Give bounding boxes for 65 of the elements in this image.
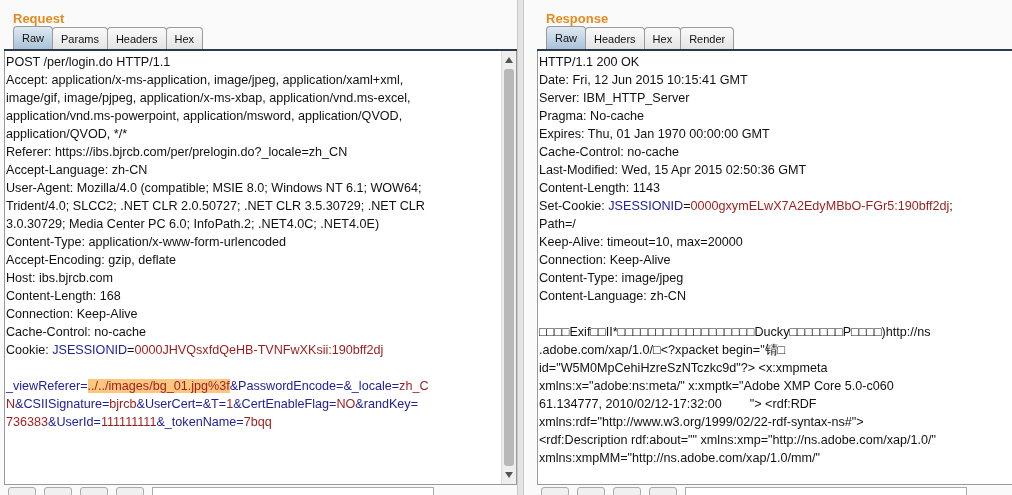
code-line: 3.0.30729; Media Center PC 6.0; InfoPath.2; .NET4.0C; .NET4.0E) bbox=[6, 216, 380, 233]
code-line: POST /per/login.do HTTP/1.1 bbox=[6, 54, 171, 71]
code-line: application/vnd.ms-powerpoint, application/msword, application/QVOD, bbox=[6, 108, 403, 125]
code-line: Trident/4.0; SLCC2; .NET CLR 2.0.50727; .NET CLR 3.5.30729; .NET CLR bbox=[6, 198, 425, 215]
view-tab[interactable]: Params bbox=[52, 27, 108, 49]
toolbar-button[interactable] bbox=[577, 487, 605, 495]
code-line: Connection: Keep-Alive bbox=[6, 306, 138, 323]
code-line: Pragma: No-cache bbox=[539, 108, 644, 125]
code-line: image/gif, image/pjpeg, application/x-ms-xbap, application/vnd.ms-excel, bbox=[6, 90, 411, 107]
view-tab[interactable]: Hex bbox=[165, 27, 204, 49]
scroll-up-icon[interactable] bbox=[505, 57, 513, 63]
code-line: Expires: Thu, 01 Jan 1970 00:00:00 GMT bbox=[539, 126, 770, 143]
code-line: Cache-Control: no-cache bbox=[6, 324, 146, 341]
code-line: Cookie: JSESSIONID=0000JHVQsxfdQeHB-TVNFwXKsii:190bff2dj bbox=[6, 342, 384, 359]
code-line: 736383&UserId=111111111&_tokenName=7bqq bbox=[6, 414, 272, 431]
toolbar-button[interactable] bbox=[8, 487, 36, 495]
code-line: id="W5M0MpCehiHzreSzNTczkc9d"?> <x:xmpmeta bbox=[539, 360, 828, 377]
code-line: Accept: application/x-ms-application, image/jpeg, application/xaml+xml, bbox=[6, 72, 404, 89]
code-line: Content-Length: 1143 bbox=[539, 180, 660, 197]
scroll-down-icon[interactable] bbox=[505, 472, 513, 478]
view-tab[interactable]: Headers bbox=[106, 27, 167, 49]
vertical-scrollbar[interactable] bbox=[501, 51, 516, 484]
code-line: Content-Type: image/jpeg bbox=[539, 270, 684, 287]
view-tab[interactable]: Render bbox=[680, 27, 735, 49]
code-line: HTTP/1.1 200 OK bbox=[539, 54, 640, 71]
code-line: xmlns:rdf="http://www.w3.org/1999/02/22-rdf-syntax-ns#"> bbox=[539, 414, 864, 431]
toolbar-button[interactable] bbox=[541, 487, 569, 495]
code-line: xmlns:xmpMM="http://ns.adobe.com/xap/1.0/mm/" bbox=[539, 450, 820, 467]
code-line: Content-Language: zh-CN bbox=[539, 288, 687, 305]
message-editor[interactable] bbox=[537, 51, 1012, 485]
code-line: application/QVOD, */* bbox=[6, 126, 128, 143]
view-tab[interactable]: Hex bbox=[643, 27, 682, 49]
code-line: Host: ibs.bjrcb.com bbox=[6, 270, 114, 287]
toolbar-button[interactable] bbox=[613, 487, 641, 495]
toolbar-button[interactable] bbox=[80, 487, 108, 495]
code-line: Server: IBM_HTTP_Server bbox=[539, 90, 690, 107]
toolbar-button[interactable] bbox=[116, 487, 144, 495]
code-line: xmlns:x="adobe:ns:meta/" x:xmptk="Adobe XMP Core 5.0-c060 bbox=[539, 378, 894, 395]
code-line: Cache-Control: no-cache bbox=[539, 144, 679, 161]
message-editor[interactable] bbox=[4, 51, 517, 485]
view-tab[interactable]: Raw bbox=[546, 26, 586, 49]
code-line: 61.134777, 2010/02/12-17:32:00 "> <rdf:RDF bbox=[539, 396, 817, 413]
code-line: □□□□Exif□□II*□□□□□□□□□□□□□□□□□□Ducky□□□□□□□P□□□□)http://ns bbox=[539, 324, 931, 341]
code-line: N&CSIISignature=bjrcb&UserCert=&T=1&CertEnableFlag=NO&randKey= bbox=[6, 396, 418, 413]
pane-title: Response bbox=[545, 10, 610, 27]
code-line: Accept-Encoding: gzip, deflate bbox=[6, 252, 177, 269]
code-line: <rdf:Description rdf:about="" xmlns:xmp="http://ns.adobe.com/xap/1.0/" bbox=[539, 432, 936, 449]
code-line: User-Agent: Mozilla/4.0 (compatible; MSIE 8.0; Windows NT 6.1; WOW64; bbox=[6, 180, 422, 197]
code-line: Connection: Keep-Alive bbox=[539, 252, 671, 269]
code-line: Content-Length: 168 bbox=[6, 288, 121, 305]
toolbar-button[interactable] bbox=[44, 487, 72, 495]
pane-title: Request bbox=[12, 10, 66, 27]
code-line: Set-Cookie: JSESSIONID=0000gxymELwX7A2EdyMBbO-FGr5:190bff2dj; bbox=[539, 198, 953, 215]
code-line: Date: Fri, 12 Jun 2015 10:15:41 GMT bbox=[539, 72, 748, 89]
code-line: Content-Type: application/x-www-form-urlencoded bbox=[6, 234, 286, 251]
code-line: Last-Modified: Wed, 15 Apr 2015 02:50:36 GMT bbox=[539, 162, 807, 179]
scrollbar-thumb[interactable] bbox=[504, 69, 514, 466]
view-tab[interactable]: Headers bbox=[585, 27, 645, 49]
code-line: Keep-Alive: timeout=10, max=20000 bbox=[539, 234, 743, 251]
code-line: .adobe.com/xap/1.0/□<?xpacket begin="锖□ bbox=[539, 342, 786, 359]
toolbar-button[interactable] bbox=[649, 487, 677, 495]
code-line: Path=/ bbox=[539, 216, 576, 233]
view-tab[interactable]: Raw bbox=[13, 26, 53, 49]
code-line: Referer: https://ibs.bjrcb.com/per/prelogin.do?_locale=zh_CN bbox=[6, 144, 348, 161]
code-line: Accept-Language: zh-CN bbox=[6, 162, 148, 179]
